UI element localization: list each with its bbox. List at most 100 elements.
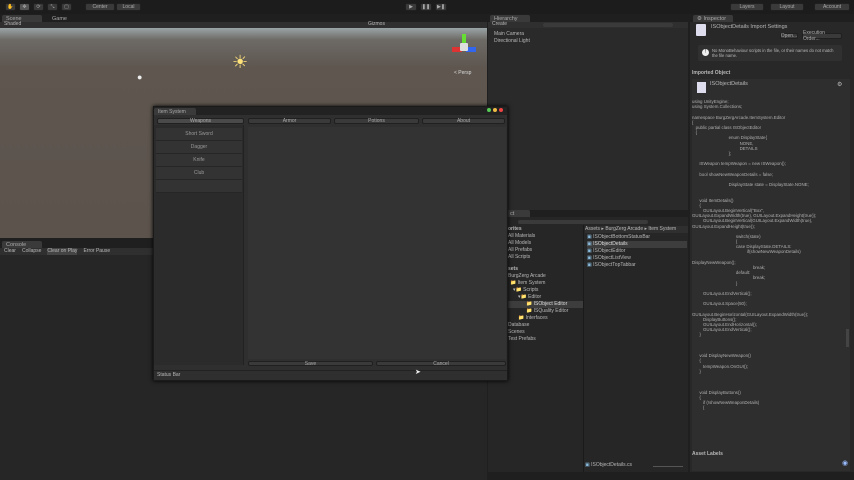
script-file-icon: ▣ — [587, 262, 592, 268]
folder-item[interactable]: 📁 Item System — [508, 280, 583, 287]
gizmos-dropdown[interactable]: Gizmos — [368, 21, 385, 28]
folder-item[interactable]: 📁 Interfaces — [508, 315, 583, 322]
account-dropdown[interactable]: Account — [814, 3, 850, 11]
play-button[interactable]: ▶ — [405, 3, 417, 11]
folder-item[interactable]: ▾📁 Scripts — [508, 287, 583, 294]
folder-item[interactable]: 📁 ISQuality Editor — [508, 308, 583, 315]
console-collapse-button[interactable]: Collapse — [22, 248, 41, 255]
rotate-tool-button[interactable]: ⟳ — [33, 3, 44, 11]
sun-light-icon: ☀ — [232, 52, 249, 72]
project-search-input[interactable] — [518, 220, 648, 224]
favorite-item[interactable]: All Models — [508, 240, 583, 247]
inspector-header-title: ISObjectDetails Import Settings — [711, 24, 788, 30]
hand-tool-button[interactable]: ✋ — [5, 3, 16, 11]
hierarchy-create-button[interactable]: Create — [492, 21, 507, 28]
console-clear-on-play-button[interactable]: Clear on Play — [47, 248, 78, 255]
item-system-window: Item System Weapons Armor Potions About … — [153, 106, 508, 381]
mouse-cursor-icon: ➤ — [415, 369, 421, 376]
maximize-window-icon[interactable] — [487, 108, 491, 112]
settings-gear-icon[interactable]: ⚙ — [837, 81, 842, 88]
list-item[interactable]: Short Sword — [156, 128, 242, 141]
move-tool-button[interactable]: ✥ — [19, 3, 30, 11]
scale-tool-button[interactable]: ⤡ — [47, 3, 58, 11]
status-bar: Status Bar — [154, 370, 507, 380]
camera-icon: ● — [137, 72, 143, 82]
item-list: Short Sword Dagger Knife Club — [154, 125, 244, 365]
list-item[interactable]: Knife — [156, 154, 242, 167]
warning-box: ! No MonoBehaviour scripts in the file, … — [698, 45, 842, 61]
folder-item[interactable]: ▾📁 Editor — [508, 294, 583, 301]
project-tree: orites All Materials All Models All Pref… — [508, 226, 583, 343]
main-toolbar: ✋ ✥ ⟳ ⤡ ▢ Center Local ▶ ❚❚ ▶❚ Layers La… — [0, 0, 854, 14]
project-file-list: ▣ ISObjectBottomStatusBar ▣ ISObjectDeta… — [587, 234, 687, 269]
console-error-pause-button[interactable]: Error Pause — [83, 248, 110, 255]
persp-label[interactable]: < Persp — [454, 70, 471, 77]
tab-about[interactable]: About — [422, 118, 505, 124]
script-file-icon: ▣ — [587, 234, 592, 240]
inspector-panel: ISObjectDetails Import Settings Open... … — [690, 22, 854, 472]
favorite-item[interactable]: All Prefabs — [508, 247, 583, 254]
space-toggle[interactable]: Local — [116, 3, 141, 11]
breadcrumb-item[interactable]: Assets — [585, 226, 600, 232]
minimize-window-icon[interactable] — [493, 108, 497, 112]
list-item[interactable]: Dagger — [156, 141, 242, 154]
file-item[interactable]: ▣ ISObjectEditor — [587, 248, 687, 255]
folder-item[interactable]: Database — [508, 322, 583, 329]
script-file-icon — [696, 24, 706, 36]
hierarchy-item[interactable]: Directional Light — [494, 38, 530, 45]
save-button[interactable]: Save — [248, 361, 373, 367]
tab-weapons[interactable]: Weapons — [157, 118, 244, 124]
tab-potions[interactable]: Potions — [334, 118, 419, 124]
cancel-button[interactable]: Cancel — [376, 361, 506, 367]
step-button[interactable]: ▶❚ — [435, 3, 447, 11]
folder-item[interactable]: Test Prefabs — [508, 336, 583, 343]
console-clear-button[interactable]: Clear — [4, 248, 16, 255]
list-item-empty — [156, 180, 242, 193]
favorite-item[interactable]: All Materials — [508, 233, 583, 240]
imported-asset: ISObjectDetails ⚙ using UnityEngine; usin… — [692, 79, 850, 471]
folder-item[interactable]: Scenes — [508, 329, 583, 336]
tab-item-system[interactable]: Item System — [154, 108, 196, 115]
selected-file-path: ▣ ISObjectDetails.cs — [585, 462, 632, 468]
list-item[interactable]: Club — [156, 167, 242, 180]
execution-order-button[interactable]: Execution Order... — [802, 30, 842, 42]
pause-button[interactable]: ❚❚ — [420, 3, 432, 11]
imported-object-label: Imported Object — [692, 70, 731, 76]
shading-dropdown[interactable]: Shaded — [4, 21, 21, 28]
file-item[interactable]: ▣ ISObjectTopTabbar — [587, 262, 687, 269]
project-breadcrumb: Assets ▸ BurgZerg Arcade ▸ Item System — [585, 226, 688, 233]
close-window-icon[interactable] — [499, 108, 503, 112]
file-item[interactable]: ▣ ISObjectListView — [587, 255, 687, 262]
folder-item-selected[interactable]: 📁 ISObject Editor — [508, 301, 583, 308]
project-divider[interactable] — [583, 225, 584, 472]
pivot-toggle[interactable]: Center — [85, 3, 115, 11]
scrollbar[interactable] — [846, 329, 849, 347]
layout-dropdown[interactable]: Layout — [770, 3, 804, 11]
script-file-icon: ▣ — [587, 248, 592, 254]
folder-item[interactable]: BurgZerg Arcade — [508, 273, 583, 280]
asset-label-icon[interactable]: ◉ — [842, 459, 848, 467]
item-details-area — [248, 127, 506, 359]
hierarchy-item[interactable]: Main Camera — [494, 31, 524, 38]
rect-tool-button[interactable]: ▢ — [61, 3, 72, 11]
project-panel: orites All Materials All Models All Pref… — [488, 217, 688, 472]
icon-size-slider[interactable] — [653, 466, 683, 467]
open-button[interactable]: Open... — [780, 33, 798, 39]
script-file-icon: ▣ — [587, 241, 592, 247]
layers-dropdown[interactable]: Layers — [730, 3, 764, 11]
warning-icon: ! — [702, 49, 709, 56]
favorite-item[interactable]: All Scripts — [508, 254, 583, 261]
tab-armor[interactable]: Armor — [248, 118, 331, 124]
file-item[interactable]: ▣ ISObjectBottomStatusBar — [587, 234, 687, 241]
breadcrumb-item[interactable]: BurgZerg Arcade — [605, 226, 643, 232]
hierarchy-panel: Create Main Camera Directional Light — [488, 21, 688, 210]
breadcrumb-item[interactable]: Item System — [648, 226, 676, 232]
code-line: { — [692, 405, 705, 411]
hierarchy-search-input[interactable] — [543, 23, 673, 27]
script-source: using UnityEngine; using System.Collectio… — [692, 99, 848, 454]
script-file-icon: ▣ — [587, 255, 592, 261]
orientation-gizmo[interactable] — [452, 34, 476, 58]
asset-labels-label: Asset Labels — [692, 451, 723, 457]
file-item-selected[interactable]: ▣ ISObjectDetails — [587, 241, 687, 248]
script-file-icon — [697, 82, 706, 93]
